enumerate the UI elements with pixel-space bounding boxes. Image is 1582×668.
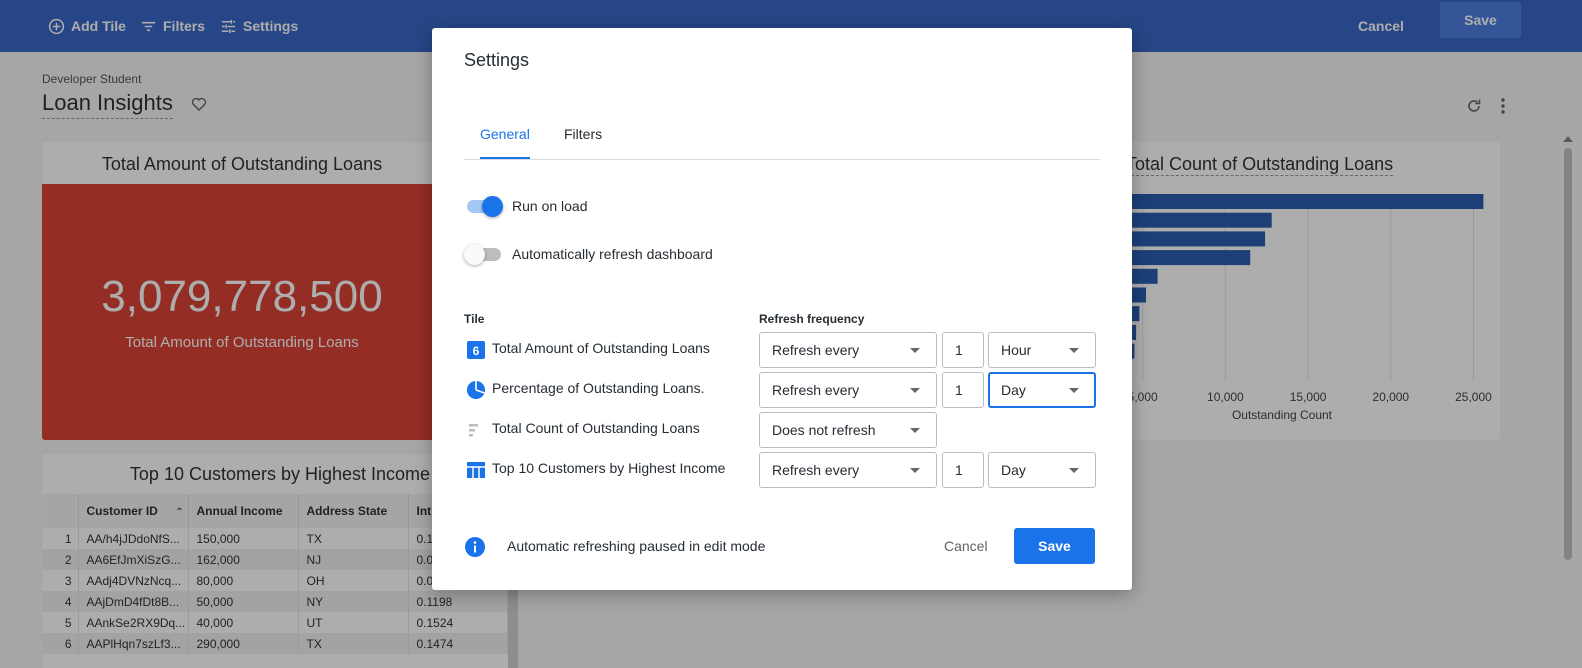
tab-general[interactable]: General — [480, 126, 530, 159]
svg-text:6: 6 — [473, 344, 480, 358]
dropdown-arrow-icon — [1069, 348, 1079, 353]
tile-name: Total Count of Outstanding Loans — [492, 420, 700, 436]
bar-chart-tile-icon — [469, 424, 478, 437]
refresh-frequency-select[interactable]: Refresh every — [759, 332, 937, 368]
auto-refresh-toggle[interactable] — [464, 242, 502, 266]
dialog-title: Settings — [464, 50, 530, 70]
run-on-load-setting: Run on load — [464, 194, 588, 218]
dropdown-arrow-icon — [1069, 468, 1079, 473]
run-on-load-toggle[interactable] — [464, 194, 503, 218]
dropdown-arrow-icon — [1069, 388, 1079, 393]
tab-filters[interactable]: Filters — [564, 126, 602, 157]
refresh-frequency-select[interactable]: Refresh every — [759, 452, 937, 488]
refresh-interval-input[interactable]: 1 — [942, 372, 984, 408]
dropdown-arrow-icon — [910, 428, 920, 433]
refresh-interval-input[interactable]: 1 — [942, 332, 984, 368]
refresh-unit-select[interactable]: Day — [988, 452, 1096, 488]
dropdown-arrow-icon — [910, 348, 920, 353]
refresh-unit-select[interactable]: Hour — [988, 332, 1096, 368]
tile-name: Total Amount of Outstanding Loans — [492, 340, 710, 356]
cancel-button[interactable]: Cancel — [944, 538, 988, 554]
auto-refresh-label: Automatically refresh dashboard — [512, 246, 713, 262]
settings-dialog: Settings General Filters Run on load Aut… — [432, 28, 1132, 590]
tile-name: Top 10 Customers by Highest Income — [492, 460, 726, 476]
dropdown-arrow-icon — [910, 468, 920, 473]
refresh-unit-select[interactable]: Day — [988, 372, 1096, 408]
refresh-frequency-select[interactable]: Does not refresh — [759, 412, 937, 448]
refresh-interval-input[interactable]: 1 — [942, 452, 984, 488]
tile-refresh-row: Top 10 Customers by Highest Income Refre… — [464, 452, 1104, 488]
tile-name: Percentage of Outstanding Loans. — [492, 380, 705, 396]
tile-column-header: Tile — [464, 312, 485, 326]
tile-refresh-row: Percentage of Outstanding Loans. Refresh… — [464, 372, 1104, 408]
pie-chart-tile-icon — [467, 381, 485, 399]
save-button[interactable]: Save — [1014, 528, 1095, 564]
refresh-frequency-header: Refresh frequency — [759, 312, 865, 326]
info-message: Automatic refreshing paused in edit mode — [507, 538, 766, 554]
tile-refresh-row: 6 Total Amount of Outstanding Loans Refr… — [464, 332, 1104, 368]
dialog-tabs: General Filters — [464, 112, 1100, 160]
table-tile-icon — [467, 462, 485, 478]
run-on-load-label: Run on load — [512, 198, 588, 214]
auto-refresh-setting: Automatically refresh dashboard — [464, 242, 713, 266]
info-icon — [465, 537, 485, 557]
refresh-frequency-select[interactable]: Refresh every — [759, 372, 937, 408]
tile-refresh-row: Total Count of Outstanding Loans Does no… — [464, 412, 1104, 448]
dropdown-arrow-icon — [910, 388, 920, 393]
single-value-tile-icon: 6 — [467, 341, 485, 359]
